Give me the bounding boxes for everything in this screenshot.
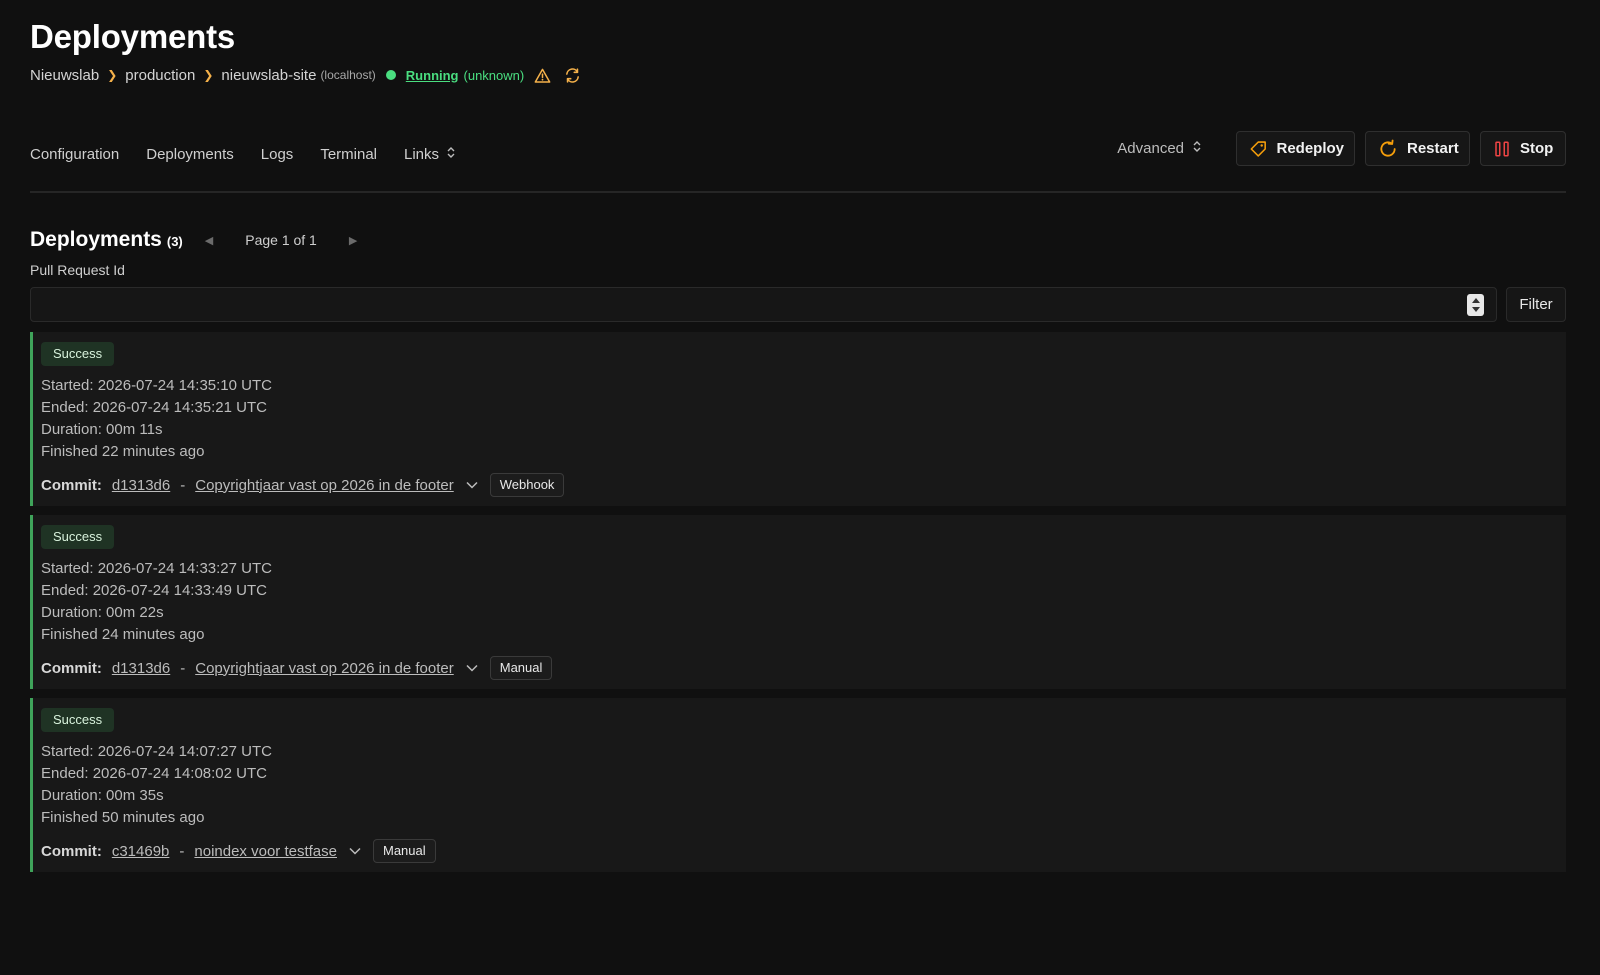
trigger-badge: Webhook — [489, 473, 565, 497]
separator: - — [180, 659, 186, 677]
trigger-badge: Manual — [372, 839, 436, 863]
ended-time: Ended: 2026-07-24 14:08:02 UTC — [41, 765, 267, 782]
tab-links-label: Links — [404, 146, 440, 163]
started-time: Started: 2026-07-24 14:33:27 UTC — [41, 560, 272, 577]
pause-icon — [1495, 141, 1509, 156]
warning-triangle-icon[interactable] — [534, 68, 551, 83]
tab-logs[interactable]: Logs — [261, 144, 294, 166]
commit-message-link[interactable]: Copyrightjaar vast op 2026 in de footer — [195, 660, 454, 677]
ended-time: Ended: 2026-07-24 14:35:21 UTC — [41, 399, 267, 416]
deployment-card: Success Started: 2026-07-24 14:07:27 UTC… — [30, 698, 1566, 872]
chevron-down-icon[interactable] — [466, 664, 478, 672]
trigger-badge: Manual — [489, 656, 553, 680]
section-title-text: Deployments — [30, 228, 162, 251]
deployment-card: Success Started: 2026-07-24 14:35:10 UTC… — [30, 332, 1566, 506]
filter-row: Filter — [30, 287, 1566, 322]
chevron-down-icon[interactable] — [349, 847, 361, 855]
tab-deployments[interactable]: Deployments — [146, 144, 234, 166]
finished-ago: Finished 24 minutes ago — [41, 626, 205, 643]
commit-hash-link[interactable]: c31469b — [112, 843, 170, 860]
rotate-icon — [1380, 139, 1396, 157]
section-title: Deployments (3) — [30, 228, 183, 252]
chevron-updown-icon — [447, 144, 455, 166]
status-dot-icon — [385, 70, 396, 80]
commit-row: Commit: d1313d6 - Copyrightjaar vast op … — [41, 656, 1566, 680]
deployment-card: Success Started: 2026-07-24 14:33:27 UTC… — [30, 515, 1566, 689]
chevron-updown-icon — [1193, 140, 1201, 157]
commit-message-link[interactable]: Copyrightjaar vast op 2026 in de footer — [195, 477, 454, 494]
duration: Duration: 00m 11s — [41, 421, 163, 438]
tab-configuration[interactable]: Configuration — [30, 144, 119, 166]
started-time: Started: 2026-07-24 14:35:10 UTC — [41, 377, 272, 394]
commit-row: Commit: c31469b - noindex voor testfase … — [41, 839, 1566, 863]
commit-label: Commit: — [41, 659, 102, 677]
action-bar: Advanced Redeploy Restart Stop — [1117, 131, 1566, 166]
deployments-page: Deployments Nieuwslab ❯ production ❯ nie… — [30, 0, 1566, 881]
advanced-dropdown[interactable]: Advanced — [1117, 140, 1201, 157]
number-stepper[interactable] — [1467, 294, 1484, 316]
previous-page-icon[interactable]: ◀ — [205, 234, 213, 247]
duration: Duration: 00m 35s — [41, 787, 164, 804]
chevron-down-icon[interactable] — [466, 481, 478, 489]
restart-button[interactable]: Restart — [1365, 131, 1470, 166]
started-time: Started: 2026-07-24 14:07:27 UTC — [41, 743, 272, 760]
separator: - — [179, 842, 185, 860]
filter-button[interactable]: Filter — [1506, 287, 1566, 322]
health-status: (unknown) — [463, 67, 525, 83]
pagination: ◀ Page 1 of 1 ▶ — [205, 232, 358, 248]
status-badge: Success — [41, 342, 115, 366]
separator: - — [180, 476, 186, 494]
chevron-right-icon: ❯ — [107, 68, 118, 82]
chevron-right-icon: ❯ — [203, 68, 214, 82]
pull-request-id-input[interactable] — [30, 287, 1497, 322]
deployments-header: Deployments (3) ◀ Page 1 of 1 ▶ — [30, 227, 1566, 253]
breadcrumb-host: (localhost) — [320, 68, 376, 82]
refresh-icon[interactable] — [564, 67, 581, 84]
restart-label: Restart — [1407, 140, 1459, 157]
tab-list: Configuration Deployments Logs Terminal … — [30, 144, 482, 166]
commit-hash-link[interactable]: d1313d6 — [112, 660, 170, 677]
commit-row: Commit: d1313d6 - Copyrightjaar vast op … — [41, 473, 1566, 497]
stop-button[interactable]: Stop — [1480, 131, 1566, 166]
finished-ago: Finished 22 minutes ago — [41, 443, 205, 460]
commit-label: Commit: — [41, 842, 102, 860]
page-label: Page 1 of 1 — [245, 232, 317, 248]
status-badge: Success — [41, 708, 115, 732]
breadcrumb: Nieuwslab ❯ production ❯ nieuwslab-site … — [30, 64, 1566, 86]
filter-label: Pull Request Id — [30, 262, 125, 278]
ended-time: Ended: 2026-07-24 14:33:49 UTC — [41, 582, 267, 599]
commit-message-link[interactable]: noindex voor testfase — [194, 843, 337, 860]
commit-hash-link[interactable]: d1313d6 — [112, 477, 170, 494]
advanced-label: Advanced — [1117, 140, 1184, 157]
redeploy-label: Redeploy — [1276, 140, 1344, 157]
redeploy-button[interactable]: Redeploy — [1236, 131, 1355, 166]
breadcrumb-service[interactable]: nieuwslab-site — [221, 67, 316, 84]
tag-icon — [1250, 140, 1266, 157]
status-running-link[interactable]: Running — [406, 68, 459, 83]
deployment-count: (3) — [166, 234, 183, 249]
tab-terminal[interactable]: Terminal — [320, 144, 377, 166]
status-badge: Success — [41, 525, 115, 549]
breadcrumb-environment[interactable]: production — [125, 67, 195, 84]
tab-bar: Configuration Deployments Logs Terminal … — [30, 131, 1566, 193]
finished-ago: Finished 50 minutes ago — [41, 809, 205, 826]
next-page-icon[interactable]: ▶ — [349, 234, 357, 247]
deployment-list: Success Started: 2026-07-24 14:35:10 UTC… — [30, 332, 1566, 872]
page-title: Deployments — [30, 18, 236, 55]
commit-label: Commit: — [41, 476, 102, 494]
breadcrumb-project[interactable]: Nieuwslab — [30, 67, 99, 84]
tab-links[interactable]: Links — [404, 144, 455, 166]
duration: Duration: 00m 22s — [41, 604, 164, 621]
stop-label: Stop — [1520, 140, 1554, 157]
